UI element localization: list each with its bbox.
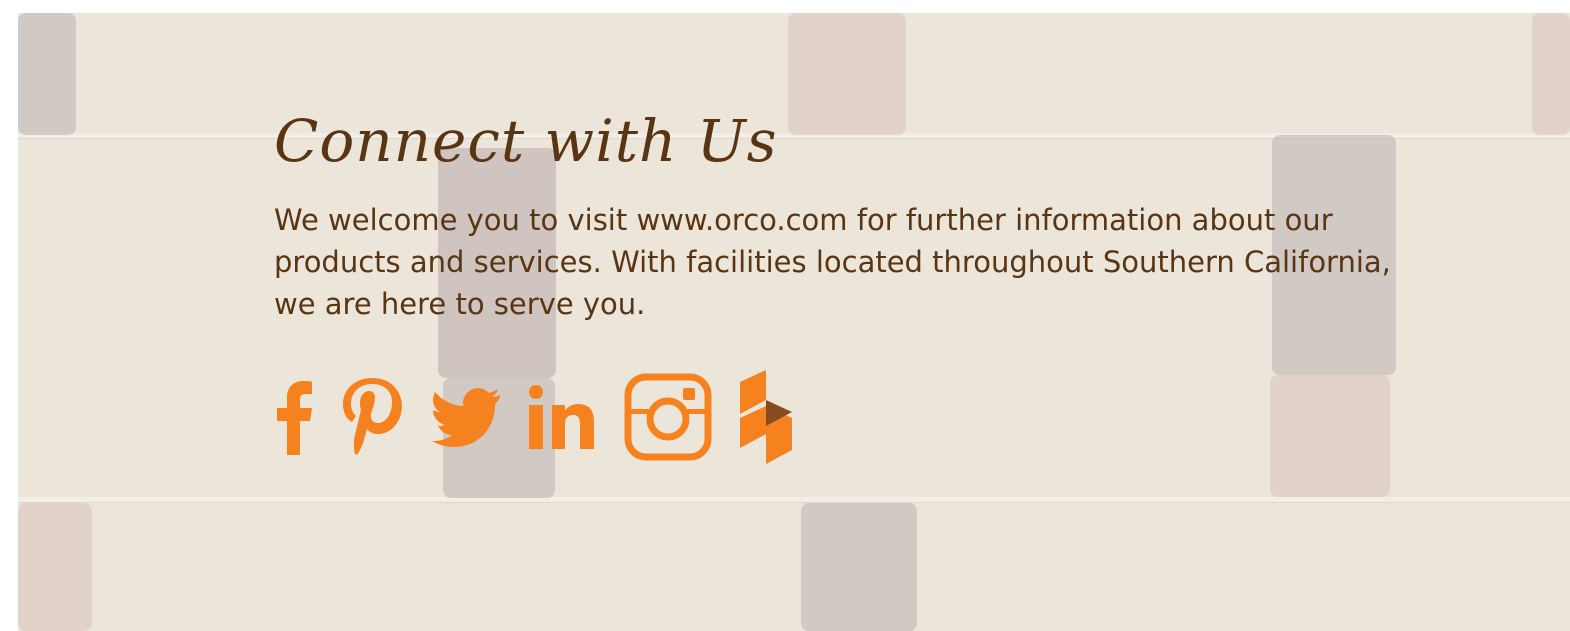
pinterest-link[interactable] [340, 376, 406, 458]
twitter-icon [432, 388, 500, 447]
twitter-link[interactable] [432, 387, 502, 447]
paver-tile [801, 503, 917, 631]
houzz-icon [740, 370, 792, 464]
paver-tile [18, 503, 92, 631]
instagram-link[interactable] [624, 373, 712, 461]
pinterest-icon [343, 378, 402, 455]
facebook-link[interactable] [274, 379, 314, 455]
connect-heading: Connect with Us [274, 107, 778, 175]
instagram-icon [624, 373, 712, 461]
facebook-icon [277, 381, 312, 455]
connect-content: Connect with Us We welcome you to visit … [274, 101, 1404, 465]
connect-description: We welcome you to visit www.orco.com for… [274, 203, 1391, 321]
paver-tile [18, 13, 76, 135]
connect-banner: Connect with Us We welcome you to visit … [18, 13, 1570, 631]
houzz-link[interactable] [738, 370, 794, 464]
linkedin-link[interactable] [528, 384, 598, 450]
social-links [274, 369, 1404, 465]
linkedin-icon [529, 385, 594, 449]
paver-joint [18, 497, 1570, 502]
paver-tile [1532, 13, 1570, 135]
